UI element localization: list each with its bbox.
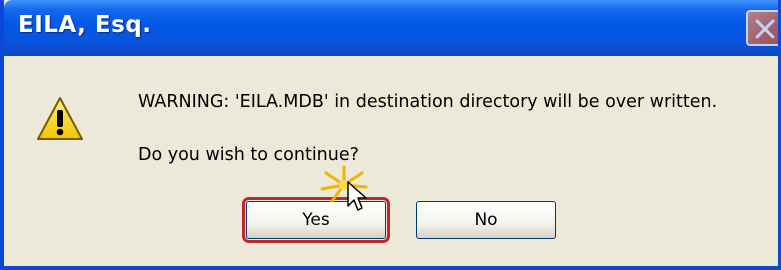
warning-message: WARNING: 'EILA.MDB' in destination direc…: [138, 92, 718, 112]
title-bar: EILA, Esq.: [4, 0, 778, 56]
close-button[interactable]: [746, 10, 778, 46]
dialog-window: EILA, Esq. WARNING: 'EILA.MDB' in destin…: [0, 0, 781, 270]
close-icon: [755, 19, 775, 39]
dialog-content: WARNING: 'EILA.MDB' in destination direc…: [4, 56, 778, 266]
continue-question: Do you wish to continue?: [138, 145, 359, 165]
no-button[interactable]: No: [416, 201, 556, 239]
yes-button[interactable]: Yes: [242, 197, 390, 243]
window-title: EILA, Esq.: [18, 12, 152, 38]
warning-icon: [37, 97, 83, 140]
